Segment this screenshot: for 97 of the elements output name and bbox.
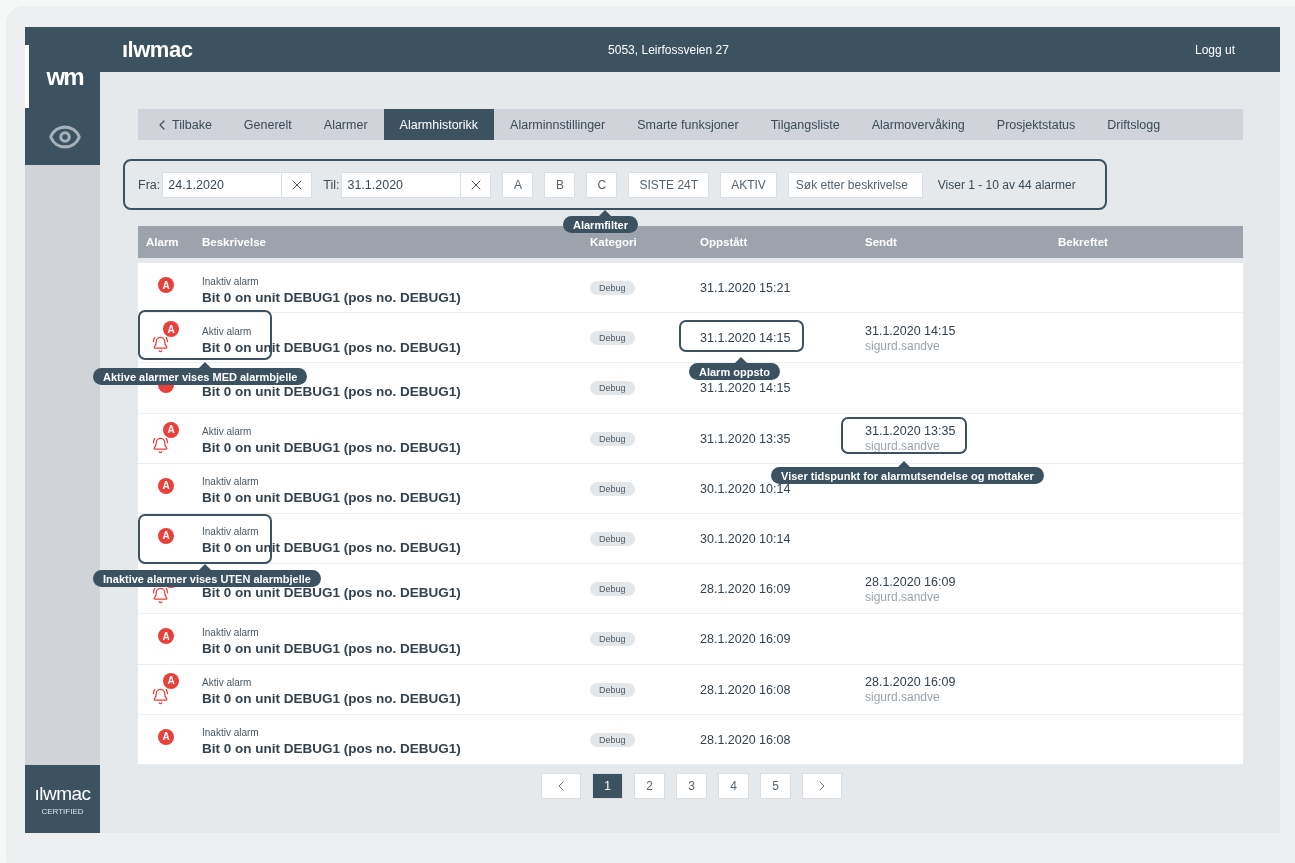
tab[interactable]: Alarmer bbox=[307, 109, 384, 140]
category-tag: Debug bbox=[590, 582, 635, 597]
occurred-time: 30.1.2020 10:14 bbox=[700, 531, 792, 546]
alarm-status: Inaktiv alarm bbox=[202, 476, 260, 488]
category-tag: Debug bbox=[590, 481, 635, 496]
previous-page-button[interactable] bbox=[541, 772, 581, 799]
occurred-time: 28.1.2020 16:08 bbox=[700, 682, 792, 697]
alarm-description: Bit 0 on unit DEBUG1 (pos no. DEBUG1) bbox=[202, 585, 462, 601]
alarm-status: Inaktiv alarm bbox=[202, 526, 260, 538]
alarm-status: Aktiv alarm bbox=[202, 426, 253, 438]
alarm-status: Inaktiv alarm bbox=[202, 626, 260, 638]
tab[interactable]: Driftslogg bbox=[1091, 109, 1177, 140]
occurred-time: 31.1.2020 15:21 bbox=[700, 281, 792, 295]
occurred-time: 31.1.2020 14:15 bbox=[700, 381, 792, 396]
tab[interactable]: Alarminnstillinger bbox=[494, 109, 622, 140]
back-link[interactable]: Tilbake bbox=[138, 109, 228, 140]
category-tag: Debug bbox=[590, 331, 635, 346]
tab[interactable]: Tilgangsliste bbox=[754, 109, 856, 140]
logo: ılwmac bbox=[122, 36, 194, 63]
recipient: sigurd.sandve bbox=[865, 439, 941, 454]
category-tag: Debug bbox=[590, 682, 635, 697]
sent-time: 31.1.2020 14:15 bbox=[865, 323, 957, 338]
callout: Inaktive alarmer vises UTEN alarmbjelle bbox=[93, 564, 321, 587]
page-button[interactable]: 1 bbox=[592, 772, 623, 799]
tab[interactable]: Prosjektstatus bbox=[980, 109, 1092, 140]
filter-button[interactable]: B bbox=[544, 171, 576, 198]
page-button[interactable]: 2 bbox=[634, 772, 665, 799]
alarm-class-badge: A bbox=[163, 672, 179, 689]
column-header: Kategori bbox=[590, 236, 638, 248]
filter-button[interactable]: A bbox=[502, 171, 534, 198]
alarm-description: Bit 0 on unit DEBUG1 (pos no. DEBUG1) bbox=[202, 490, 462, 506]
sent-time: 28.1.2020 16:09 bbox=[865, 574, 957, 589]
occurred-time: 30.1.2020 10:14 bbox=[700, 481, 792, 496]
callout: Alarmfilter bbox=[563, 210, 639, 233]
tab[interactable]: Generelt bbox=[227, 109, 308, 140]
alarm-description: Bit 0 on unit DEBUG1 (pos no. DEBUG1) bbox=[202, 691, 462, 706]
page-button[interactable]: 4 bbox=[718, 772, 749, 799]
from-label: Fra: bbox=[138, 177, 161, 192]
alarm-description: Bit 0 on unit DEBUG1 (pos no. DEBUG1) bbox=[202, 289, 462, 305]
occurred-time: 31.1.2020 13:35 bbox=[700, 431, 792, 446]
alarm-description: Bit 0 on unit DEBUG1 (pos no. DEBUG1) bbox=[202, 741, 462, 757]
recipient: sigurd.sandve bbox=[865, 338, 941, 353]
occurred-time: 31.1.2020 14:15 bbox=[700, 331, 792, 346]
next-page-button[interactable] bbox=[802, 772, 842, 799]
clear-button[interactable] bbox=[461, 171, 492, 198]
alarm-class-badge: A bbox=[158, 527, 174, 544]
alarm-class-badge: A bbox=[158, 628, 174, 645]
category-tag: Debug bbox=[590, 431, 635, 446]
to-date-field[interactable]: 31.1.2020 bbox=[341, 171, 462, 198]
occurred-time: 28.1.2020 16:09 bbox=[700, 582, 792, 597]
logout-link[interactable]: Logg ut bbox=[1194, 42, 1235, 57]
filter-button[interactable]: AKTIV bbox=[720, 171, 777, 198]
result-count: Viser 1 - 10 av 44 alarmer bbox=[937, 177, 1076, 192]
column-header: Beskrivelse bbox=[202, 236, 267, 248]
category-tag: Debug bbox=[590, 381, 635, 396]
tab[interactable]: Alarmovervåking bbox=[855, 109, 981, 140]
occurred-time: 28.1.2020 16:08 bbox=[700, 732, 792, 747]
alarm-status: Inaktiv alarm bbox=[202, 275, 260, 287]
certified-logo: ılwmac CERTIFIED bbox=[25, 765, 100, 833]
filter-button[interactable]: SISTE 24T bbox=[628, 171, 710, 198]
recipient: sigurd.sandve bbox=[865, 690, 941, 704]
alarm-description: Bit 0 on unit DEBUG1 (pos no. DEBUG1) bbox=[202, 440, 462, 456]
alarm-class-badge: A bbox=[163, 321, 179, 338]
alarm-class-badge: A bbox=[158, 277, 174, 293]
callout: Aktive alarmer vises MED alarmbjelle bbox=[93, 362, 308, 385]
to-label: Til: bbox=[323, 177, 340, 192]
recipient: sigurd.sandve bbox=[865, 589, 941, 604]
category-tag: Debug bbox=[590, 281, 635, 295]
tab[interactable]: Alarmhistorikk bbox=[383, 109, 495, 140]
alarm-status: Aktiv alarm bbox=[202, 325, 253, 337]
from-date-field[interactable]: 24.1.2020 bbox=[162, 171, 283, 198]
tab[interactable]: Smarte funksjoner bbox=[621, 109, 755, 140]
alarm-class-badge: A bbox=[158, 728, 174, 745]
category-tag: Debug bbox=[590, 531, 635, 546]
alarm-description: Bit 0 on unit DEBUG1 (pos no. DEBUG1) bbox=[202, 384, 462, 400]
site-title: 5053, Leirfossveien 27 bbox=[607, 42, 730, 57]
clear-button[interactable] bbox=[282, 171, 313, 198]
category-tag: Debug bbox=[590, 632, 635, 647]
sent-time: 31.1.2020 13:35 bbox=[865, 424, 957, 439]
alarm-status: Aktiv alarm bbox=[202, 677, 253, 688]
search-field[interactable]: Søk etter beskrivelse bbox=[787, 171, 923, 198]
filter-button[interactable]: C bbox=[586, 171, 618, 198]
column-header: Bekreftet bbox=[1058, 236, 1109, 248]
alarm-class-badge: A bbox=[158, 477, 174, 494]
column-header: Sendt bbox=[865, 236, 898, 248]
callout: Alarm oppsto bbox=[689, 357, 780, 380]
column-header: Oppstått bbox=[700, 236, 749, 248]
callout: Viser tidspunkt for alarmutsendelse og mottaker bbox=[771, 461, 1044, 484]
page-button[interactable]: 3 bbox=[676, 772, 707, 799]
alarm-status: Inaktiv alarm bbox=[202, 727, 260, 739]
occurred-time: 28.1.2020 16:09 bbox=[700, 632, 792, 647]
sent-time: 28.1.2020 16:09 bbox=[865, 675, 957, 689]
page-button[interactable]: 5 bbox=[760, 772, 791, 799]
alarm-class-badge: A bbox=[163, 421, 179, 438]
alarm-description: Bit 0 on unit DEBUG1 (pos no. DEBUG1) bbox=[202, 640, 462, 656]
category-tag: Debug bbox=[590, 732, 635, 747]
column-header: Alarm bbox=[145, 236, 180, 248]
